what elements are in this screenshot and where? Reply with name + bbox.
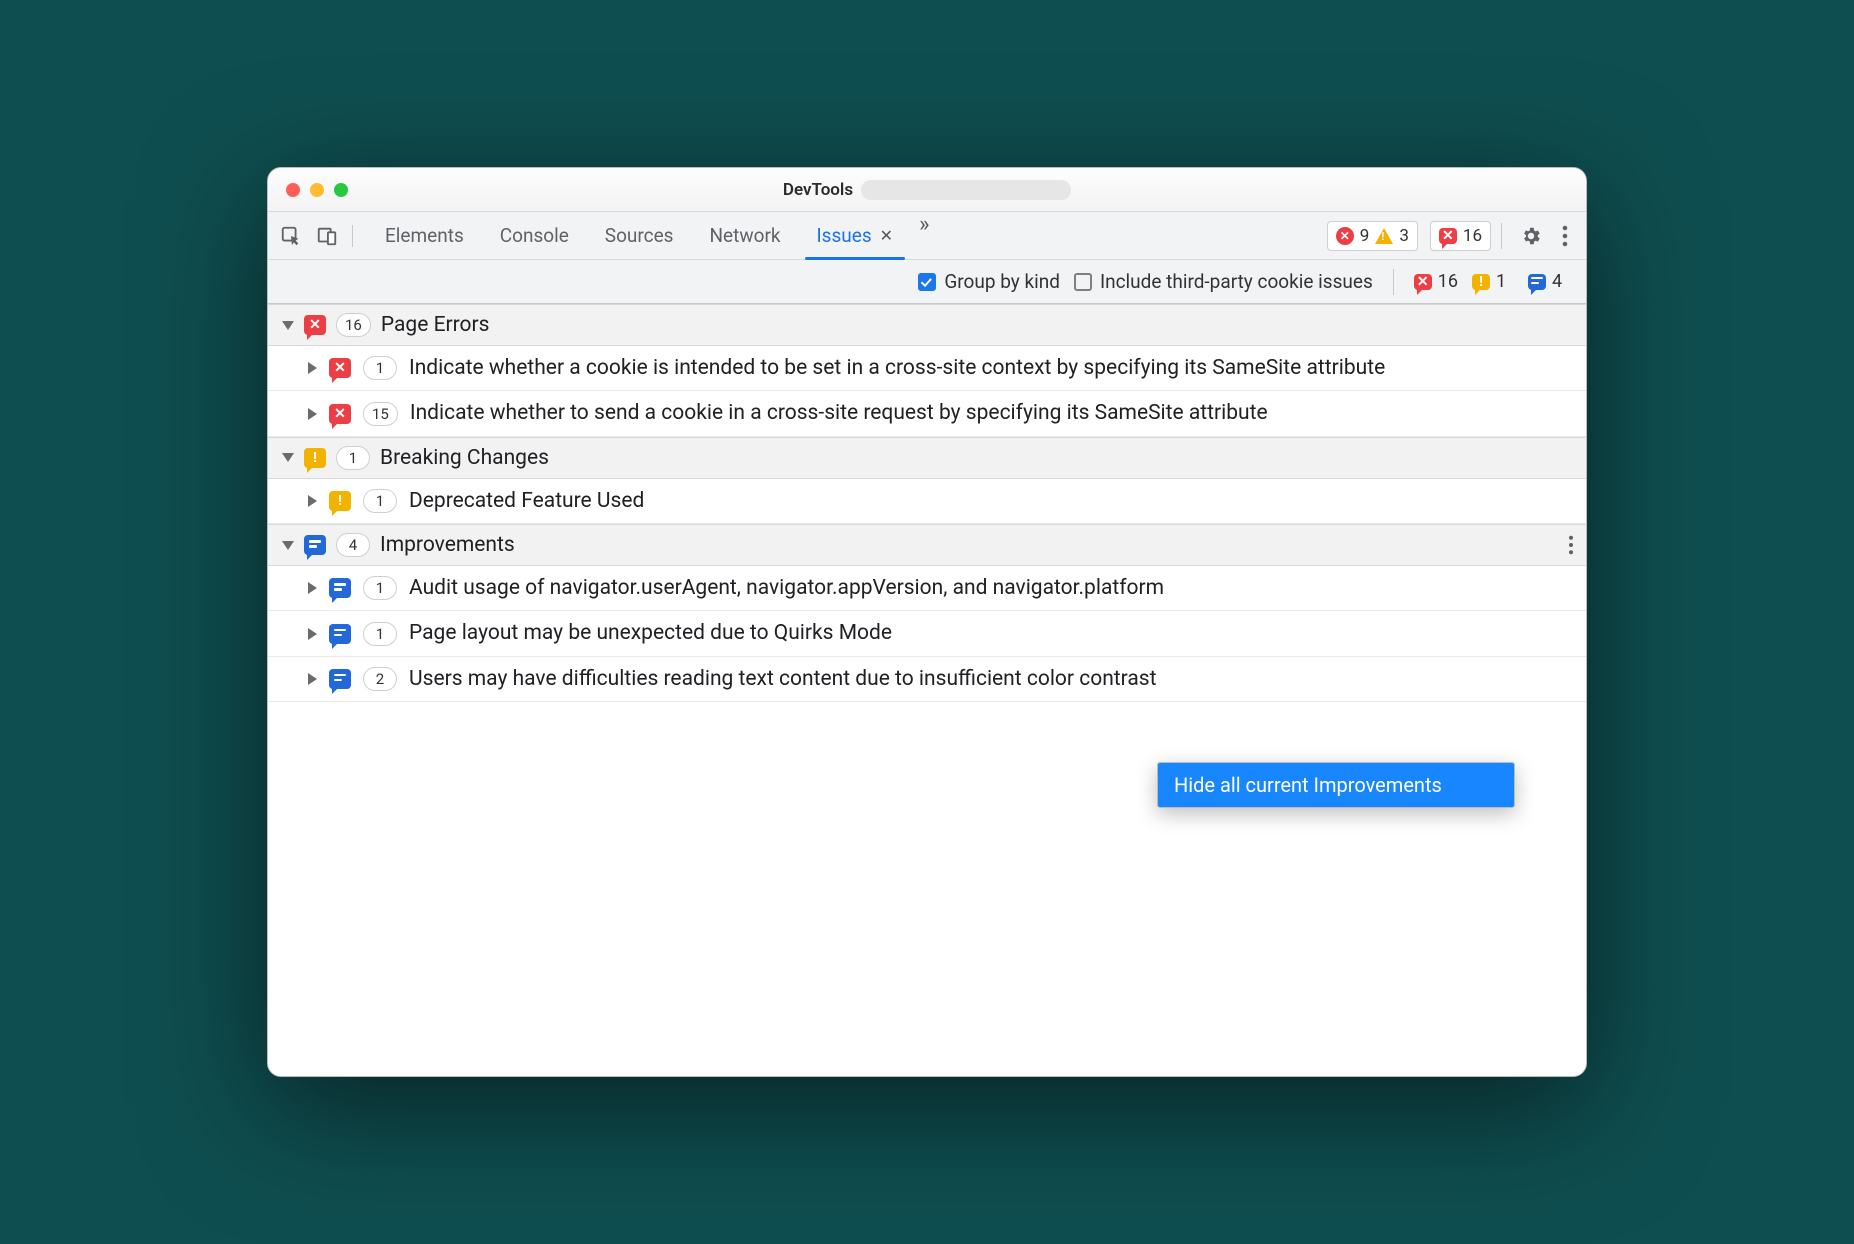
group-count: 16 bbox=[336, 313, 371, 337]
info-bubble-icon bbox=[329, 578, 351, 598]
window-controls bbox=[268, 183, 348, 197]
group-by-kind-checkbox[interactable]: Group by kind bbox=[918, 270, 1060, 293]
inspected-url-pill bbox=[861, 180, 1071, 200]
warning-bubble-icon bbox=[329, 491, 351, 511]
tab-elements[interactable]: Elements bbox=[367, 212, 482, 259]
tab-label: Console bbox=[500, 224, 569, 247]
chevron-right-icon bbox=[308, 362, 317, 374]
tab-label: Network bbox=[709, 224, 780, 247]
issue-count: 2 bbox=[363, 667, 397, 691]
inspect-element-icon[interactable] bbox=[280, 225, 302, 247]
checkbox-icon bbox=[918, 273, 936, 291]
tab-issues[interactable]: Issues ✕ bbox=[799, 212, 912, 259]
warning-bubble-icon bbox=[304, 448, 326, 468]
issue-text: Audit usage of navigator.userAgent, navi… bbox=[409, 574, 1572, 602]
chevron-down-icon bbox=[282, 541, 294, 550]
issue-text: Page layout may be unexpected due to Qui… bbox=[409, 619, 1572, 647]
issue-row[interactable]: 1 Audit usage of navigator.userAgent, na… bbox=[268, 566, 1586, 611]
error-bubble-icon bbox=[1414, 274, 1432, 290]
summary-warnings[interactable]: 1 bbox=[1472, 271, 1514, 292]
checkbox-icon bbox=[1074, 273, 1092, 291]
issue-count: 1 bbox=[363, 356, 397, 380]
issue-text: Deprecated Feature Used bbox=[409, 487, 1572, 515]
summary-improvements[interactable]: 4 bbox=[1528, 271, 1570, 292]
checkbox-label: Group by kind bbox=[944, 270, 1060, 293]
error-count: 9 bbox=[1360, 226, 1370, 246]
error-bubble-icon bbox=[329, 358, 351, 378]
group-count: 4 bbox=[336, 533, 370, 557]
warning-icon bbox=[1375, 228, 1393, 244]
summary-errors[interactable]: 16 bbox=[1414, 271, 1458, 292]
menu-item-hide-improvements[interactable]: Hide all current Improvements bbox=[1158, 763, 1514, 807]
settings-button[interactable] bbox=[1512, 225, 1550, 247]
tab-sources[interactable]: Sources bbox=[587, 212, 692, 259]
group-title: Improvements bbox=[380, 533, 515, 557]
group-header-page-errors[interactable]: 16 Page Errors bbox=[268, 304, 1586, 346]
issue-row[interactable]: 2 Users may have difficulties reading te… bbox=[268, 657, 1586, 702]
warning-count: 3 bbox=[1399, 226, 1409, 246]
issues-count: 16 bbox=[1463, 226, 1482, 246]
issue-row[interactable]: 1 Deprecated Feature Used bbox=[268, 479, 1586, 524]
issues-toolbar: Group by kind Include third-party cookie… bbox=[268, 260, 1586, 304]
issue-text: Indicate whether to send a cookie in a c… bbox=[410, 399, 1572, 427]
group-header-breaking-changes[interactable]: 1 Breaking Changes bbox=[268, 437, 1586, 479]
tab-label: Issues bbox=[817, 224, 872, 247]
group-title: Page Errors bbox=[381, 313, 490, 337]
group-menu-button[interactable] bbox=[1568, 535, 1574, 555]
checkbox-label: Include third-party cookie issues bbox=[1100, 270, 1373, 293]
tab-strip: Elements Console Sources Network Issues … bbox=[268, 212, 1586, 260]
title-bar: DevTools bbox=[268, 168, 1586, 212]
issue-count: 1 bbox=[363, 576, 397, 600]
device-toolbar-icon[interactable] bbox=[316, 225, 338, 247]
issues-counter[interactable]: 16 bbox=[1430, 221, 1491, 251]
issue-count: 1 bbox=[363, 622, 397, 646]
issue-row[interactable]: 15 Indicate whether to send a cookie in … bbox=[268, 391, 1586, 436]
tabs-overflow-button[interactable]: » bbox=[911, 212, 937, 259]
context-menu: Hide all current Improvements bbox=[1157, 762, 1515, 808]
minimize-window-button[interactable] bbox=[310, 183, 324, 197]
chevron-right-icon bbox=[308, 495, 317, 507]
zoom-window-button[interactable] bbox=[334, 183, 348, 197]
info-bubble-icon bbox=[304, 535, 326, 555]
issue-count: 15 bbox=[363, 402, 398, 426]
info-bubble-icon bbox=[1528, 274, 1546, 290]
separator bbox=[1501, 223, 1502, 249]
more-button[interactable] bbox=[1554, 225, 1576, 247]
console-counter[interactable]: 9 3 bbox=[1327, 221, 1418, 251]
chevron-right-icon bbox=[308, 673, 317, 685]
group-header-improvements[interactable]: 4 Improvements bbox=[268, 524, 1586, 566]
issue-row[interactable]: 1 Page layout may be unexpected due to Q… bbox=[268, 611, 1586, 656]
group-count: 1 bbox=[336, 446, 370, 470]
separator bbox=[1393, 269, 1394, 295]
chevron-right-icon bbox=[308, 408, 317, 420]
tab-label: Elements bbox=[385, 224, 464, 247]
error-bubble-icon bbox=[329, 404, 351, 424]
chevron-down-icon bbox=[282, 453, 294, 462]
issue-row[interactable]: 1 Indicate whether a cookie is intended … bbox=[268, 346, 1586, 391]
issue-count: 1 bbox=[363, 489, 397, 513]
warning-bubble-icon bbox=[1472, 274, 1490, 290]
issue-text: Users may have difficulties reading text… bbox=[409, 665, 1572, 693]
info-bubble-icon bbox=[329, 624, 351, 644]
chevron-down-icon bbox=[282, 321, 294, 330]
close-tab-icon[interactable]: ✕ bbox=[880, 226, 893, 245]
devtools-window: DevTools Elements Console bbox=[267, 167, 1587, 1077]
window-title: DevTools bbox=[783, 180, 853, 200]
tab-network[interactable]: Network bbox=[691, 212, 798, 259]
error-bubble-icon bbox=[304, 315, 326, 335]
tab-console[interactable]: Console bbox=[482, 212, 587, 259]
include-third-party-checkbox[interactable]: Include third-party cookie issues bbox=[1074, 270, 1373, 293]
info-bubble-icon bbox=[329, 669, 351, 689]
chevron-right-icon bbox=[308, 582, 317, 594]
close-window-button[interactable] bbox=[286, 183, 300, 197]
chevron-right-icon bbox=[308, 628, 317, 640]
menu-item-label: Hide all current Improvements bbox=[1174, 773, 1442, 797]
tab-label: Sources bbox=[605, 224, 674, 247]
error-icon bbox=[1336, 227, 1354, 245]
group-title: Breaking Changes bbox=[380, 446, 549, 470]
issues-list: 16 Page Errors 1 Indicate whether a cook… bbox=[268, 304, 1586, 1076]
issue-text: Indicate whether a cookie is intended to… bbox=[409, 354, 1572, 382]
error-bubble-icon bbox=[1439, 228, 1457, 244]
